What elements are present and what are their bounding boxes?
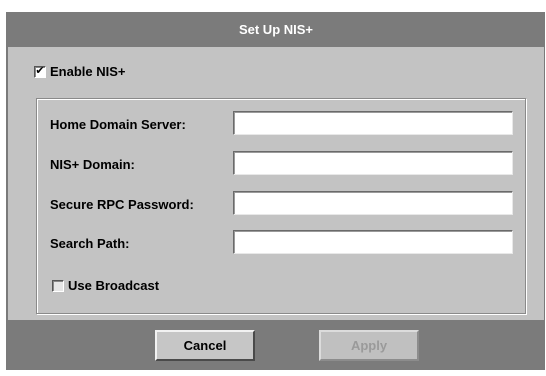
- use-broadcast-checkbox[interactable]: [52, 279, 64, 292]
- checkmark-icon: ✔: [35, 65, 45, 77]
- enable-nis-option[interactable]: ✔ Enable NIS+: [34, 64, 126, 79]
- button-bar: Cancel Apply: [8, 320, 544, 370]
- nis-domain-label: NIS+ Domain:: [50, 157, 135, 172]
- home-domain-server-input[interactable]: [233, 111, 513, 135]
- home-domain-server-label: Home Domain Server:: [50, 117, 186, 132]
- enable-nis-label: Enable NIS+: [50, 64, 126, 79]
- apply-button[interactable]: Apply: [319, 330, 419, 361]
- secure-rpc-password-input[interactable]: [233, 191, 513, 215]
- use-broadcast-label: Use Broadcast: [68, 278, 160, 293]
- cancel-button[interactable]: Cancel: [155, 330, 255, 361]
- search-path-input[interactable]: [233, 230, 513, 254]
- enable-nis-checkbox[interactable]: ✔: [34, 65, 46, 78]
- nis-domain-input[interactable]: [233, 151, 513, 175]
- title-bar: Set Up NIS+: [8, 12, 544, 47]
- dialog-title: Set Up NIS+: [238, 22, 314, 37]
- nis-setup-dialog: Set Up NIS+ ✔ Enable NIS+ Home Domain Se…: [6, 12, 545, 370]
- secure-rpc-password-label: Secure RPC Password:: [50, 197, 194, 212]
- use-broadcast-option[interactable]: Use Broadcast: [52, 278, 159, 293]
- search-path-label: Search Path:: [50, 236, 130, 251]
